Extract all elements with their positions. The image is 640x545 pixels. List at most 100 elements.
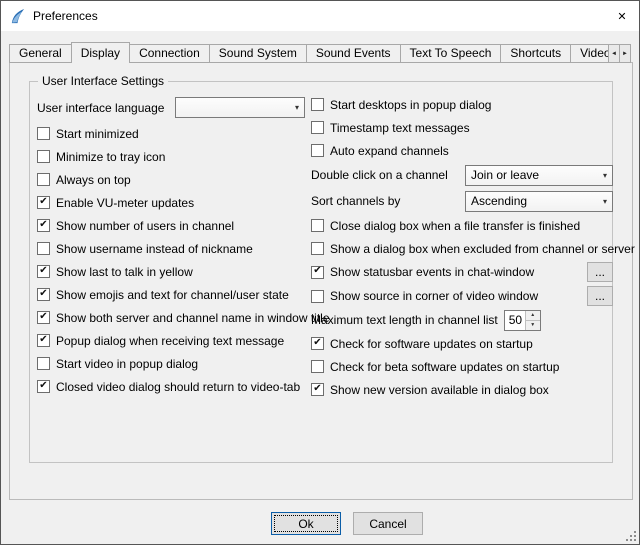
checkbox-emojis-text-state[interactable]: ✔Show emojis and text for channel/user s…	[37, 288, 289, 302]
checkbox-label: Show new version available in dialog box	[330, 383, 549, 397]
checkbox-box: ✔	[311, 360, 324, 373]
checkbox-label: Auto expand channels	[330, 144, 449, 158]
spin-down-button[interactable]: ▼	[526, 321, 540, 330]
double-click-label: Double click on a channel	[311, 168, 448, 182]
tab-shortcuts[interactable]: Shortcuts	[500, 44, 571, 63]
check-icon: ✔	[39, 220, 47, 230]
checkbox-excluded-dialog[interactable]: ✔ Show a dialog box when excluded from ch…	[311, 242, 635, 256]
checkbox-always-on-top[interactable]: ✔ Always on top	[37, 173, 131, 187]
checkbox-users-in-channel[interactable]: ✔Show number of users in channel	[37, 219, 234, 233]
checkbox-label: Enable VU-meter updates	[56, 196, 194, 210]
video-source-config-button[interactable]: ...	[587, 286, 613, 306]
checkbox-box: ✔	[37, 265, 50, 278]
checkbox-box: ✔	[37, 311, 50, 324]
checkbox-video-return-to-tab[interactable]: ✔Closed video dialog should return to vi…	[37, 380, 300, 394]
chevron-down-icon: ▾	[598, 171, 612, 180]
checkbox-desktops-popup[interactable]: ✔Start desktops in popup dialog	[311, 98, 491, 112]
ok-button[interactable]: Ok	[271, 512, 341, 535]
checkbox-box: ✔	[37, 357, 50, 370]
group-title: User Interface Settings	[38, 74, 168, 88]
checkbox-box: ✔	[37, 334, 50, 347]
tab-display[interactable]: Display	[71, 42, 130, 63]
video-source-row: ✔ Show source in corner of video window .…	[311, 284, 613, 308]
check-icon: ✔	[39, 197, 47, 207]
tab-strip: General Display Connection Sound System …	[9, 41, 615, 63]
spin-up-button[interactable]: ▲	[526, 311, 540, 321]
checkbox-start-minimized[interactable]: ✔ Start minimized	[37, 127, 139, 141]
checkbox-label: Show a dialog box when excluded from cha…	[330, 242, 635, 256]
checkbox-label: Popup dialog when receiving text message	[56, 334, 284, 348]
checkbox-beta-updates[interactable]: ✔ Check for beta software updates on star…	[311, 360, 559, 374]
checkbox-label: Minimize to tray icon	[56, 150, 165, 164]
left-column: User interface language ▾ ✔ Start minimiz…	[37, 93, 305, 398]
tab-scroll-right-button[interactable]: ►	[619, 44, 631, 63]
checkbox-label: Close dialog box when a file transfer is…	[330, 219, 580, 233]
tab-connection[interactable]: Connection	[129, 44, 210, 63]
checkbox-box: ✔	[311, 121, 324, 134]
checkbox-box: ✔	[37, 288, 50, 301]
resize-grip[interactable]	[624, 529, 637, 542]
titlebar: Preferences ✕	[1, 1, 639, 31]
checkbox-box: ✔	[37, 196, 50, 209]
checkbox-box: ✔	[311, 242, 324, 255]
sort-channels-row: Sort channels by Ascending ▾	[311, 188, 613, 214]
max-text-length-value: 50	[505, 311, 525, 330]
language-select[interactable]: ▾	[175, 97, 305, 118]
checkbox-software-updates[interactable]: ✔Check for software updates on startup	[311, 337, 533, 351]
close-button[interactable]: ✕	[605, 1, 639, 31]
tab-general[interactable]: General	[9, 44, 72, 63]
preferences-window: Preferences ✕ General Display Connection…	[0, 0, 640, 545]
statusbar-events-config-button[interactable]: ...	[587, 262, 613, 282]
checkbox-box: ✔	[311, 383, 324, 396]
tab-sound-events[interactable]: Sound Events	[306, 44, 401, 63]
checkbox-label: Check for software updates on startup	[330, 337, 533, 351]
checkbox-popup-text-message[interactable]: ✔ Popup dialog when receiving text messag…	[37, 334, 284, 348]
checkbox-label: Check for beta software updates on start…	[330, 360, 559, 374]
checkbox-box: ✔	[37, 127, 50, 140]
checkbox-label: Show source in corner of video window	[330, 289, 538, 303]
checkbox-server-channel-in-title[interactable]: ✔Show both server and channel name in wi…	[37, 311, 330, 325]
sort-channels-select[interactable]: Ascending ▾	[465, 191, 613, 212]
check-icon: ✔	[39, 381, 47, 391]
check-icon: ✔	[39, 312, 47, 322]
checkbox-auto-expand-channels[interactable]: ✔Auto expand channels	[311, 144, 449, 158]
max-text-length-spinner[interactable]: 50 ▲ ▼	[504, 310, 541, 331]
checkbox-box: ✔	[37, 173, 50, 186]
checkbox-box: ✔	[37, 242, 50, 255]
tab-text-to-speech[interactable]: Text To Speech	[400, 44, 502, 63]
checkbox-label: Show statusbar events in chat-window	[330, 265, 534, 279]
checkbox-box: ✔	[37, 150, 50, 163]
checkbox-close-on-filetransfer[interactable]: ✔ Close dialog box when a file transfer i…	[311, 219, 580, 233]
checkbox-start-video-popup[interactable]: ✔ Start video in popup dialog	[37, 357, 198, 371]
checkbox-last-to-talk-yellow[interactable]: ✔Show last to talk in yellow	[37, 265, 193, 279]
checkbox-label: Start video in popup dialog	[56, 357, 198, 371]
window-title: Preferences	[33, 9, 98, 23]
checkbox-box: ✔	[37, 380, 50, 393]
check-icon: ✔	[39, 335, 47, 345]
checkbox-statusbar-events[interactable]: ✔Show statusbar events in chat-window	[311, 265, 534, 279]
check-icon: ✔	[39, 266, 47, 276]
max-text-length-row: Maximum text length in channel list 50 ▲…	[311, 308, 613, 332]
language-row: User interface language ▾	[37, 93, 305, 122]
chevron-down-icon: ▾	[598, 197, 612, 206]
checkbox-timestamp-messages[interactable]: ✔Timestamp text messages	[311, 121, 470, 135]
spinner-arrows: ▲ ▼	[525, 311, 540, 330]
sort-channels-value: Ascending	[471, 194, 598, 208]
right-column: ✔Start desktops in popup dialog ✔Timesta…	[311, 93, 613, 401]
checkbox-video-source-corner[interactable]: ✔ Show source in corner of video window	[311, 289, 538, 303]
checkbox-minimize-to-tray[interactable]: ✔ Minimize to tray icon	[37, 150, 165, 164]
cancel-button[interactable]: Cancel	[353, 512, 423, 535]
check-icon: ✔	[39, 289, 47, 299]
checkbox-username-instead-nickname[interactable]: ✔Show username instead of nickname	[37, 242, 253, 256]
checkbox-label: Start minimized	[56, 127, 139, 141]
checkbox-box: ✔	[311, 98, 324, 111]
double-click-row: Double click on a channel Join or leave …	[311, 162, 613, 188]
tab-sound-system[interactable]: Sound System	[209, 44, 307, 63]
checkbox-box: ✔	[311, 219, 324, 232]
double-click-select[interactable]: Join or leave ▾	[465, 165, 613, 186]
statusbar-events-row: ✔Show statusbar events in chat-window ..…	[311, 260, 613, 284]
checkbox-box: ✔	[311, 290, 324, 303]
checkbox-label: Always on top	[56, 173, 131, 187]
checkbox-vu-meter-updates[interactable]: ✔ Enable VU-meter updates	[37, 196, 194, 210]
checkbox-new-version-dialog[interactable]: ✔ Show new version available in dialog bo…	[311, 383, 549, 397]
